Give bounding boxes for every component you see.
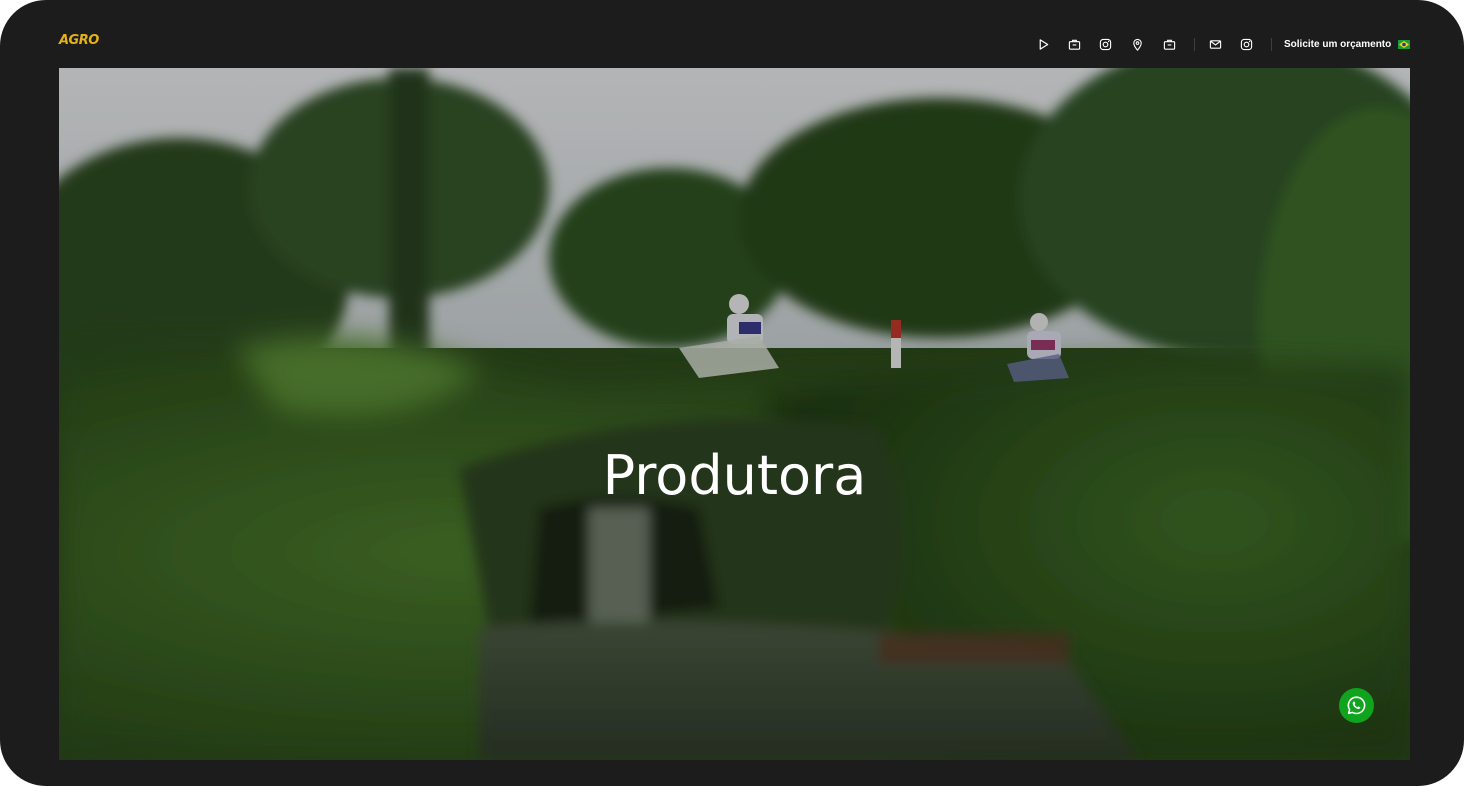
- request-quote-link[interactable]: Solicite um orçamento: [1284, 38, 1391, 51]
- hero-title: Produtora: [602, 444, 867, 507]
- hero-overlay: [59, 68, 1410, 760]
- app-frame: AGRO Solicite um orçamento Produtora: [0, 0, 1464, 786]
- briefcase-icon[interactable]: [1161, 36, 1177, 52]
- hero-video[interactable]: Produtora: [59, 68, 1410, 760]
- mail-icon[interactable]: [1207, 36, 1223, 52]
- briefcase-icon[interactable]: [1066, 36, 1082, 52]
- nav-divider: [1194, 38, 1195, 51]
- nav-divider: [1271, 38, 1272, 51]
- top-navigation-bar: AGRO Solicite um orçamento: [0, 0, 1464, 68]
- instagram-icon[interactable]: [1097, 36, 1113, 52]
- whatsapp-button[interactable]: [1339, 688, 1374, 723]
- instagram-icon[interactable]: [1238, 36, 1254, 52]
- location-pin-icon[interactable]: [1129, 36, 1145, 52]
- nav-icons: Solicite um orçamento: [0, 36, 1464, 54]
- brazil-flag-icon[interactable]: [1398, 40, 1410, 49]
- play-icon[interactable]: [1035, 36, 1051, 52]
- whatsapp-icon: [1347, 696, 1366, 715]
